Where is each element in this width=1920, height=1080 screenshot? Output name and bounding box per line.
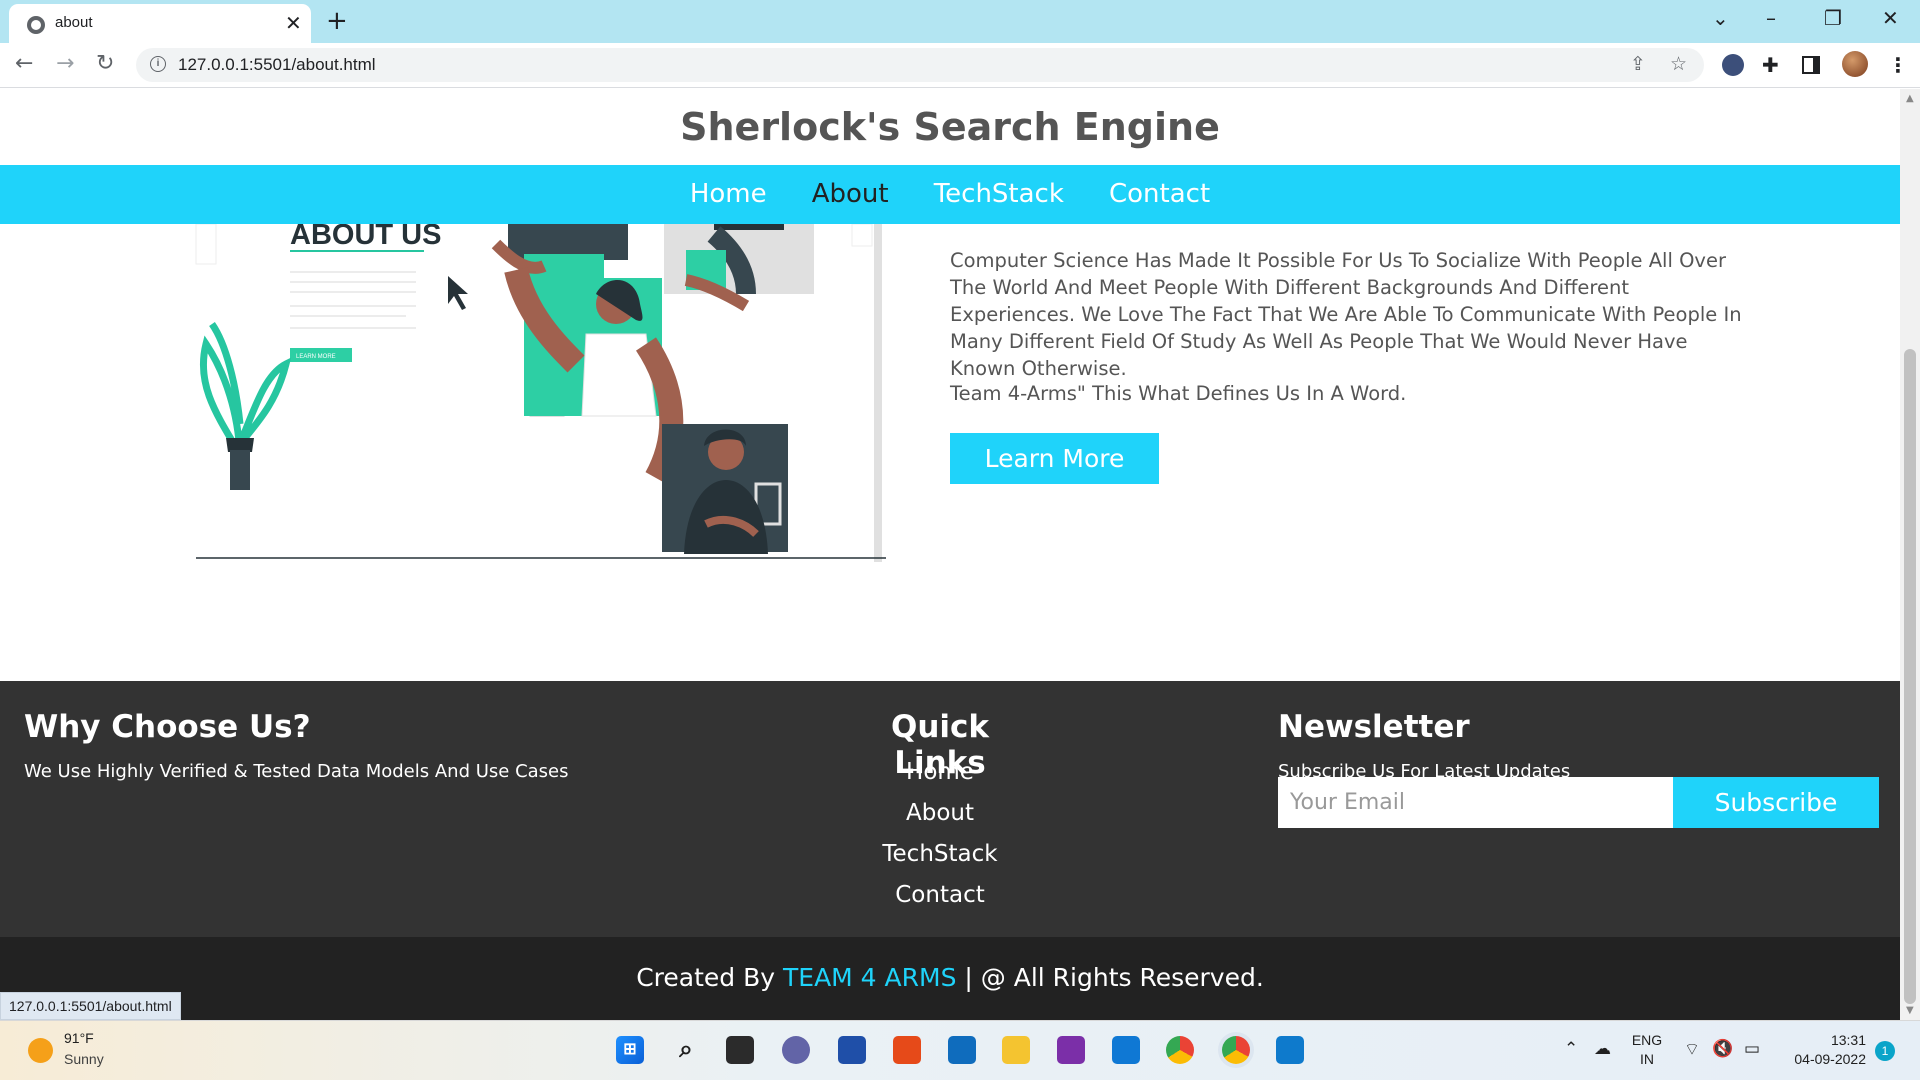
teams-chat-icon[interactable] [782, 1036, 810, 1064]
forward-icon[interactable]: → [56, 51, 74, 76]
extension-icon[interactable] [1722, 54, 1744, 76]
vscode-icon[interactable] [1276, 1036, 1304, 1064]
footer-link-about[interactable]: About [840, 800, 1040, 826]
scroll-down-icon[interactable]: ▼ [1906, 1005, 1914, 1016]
status-url-tooltip: 127.0.0.1:5501/about.html [0, 992, 181, 1020]
battery-icon[interactable]: ▭ [1744, 1039, 1760, 1059]
credits-suffix: | @ All Rights Reserved. [964, 963, 1264, 992]
minimize-icon[interactable]: – [1766, 6, 1776, 30]
share-icon[interactable]: ⇪ [1630, 53, 1646, 75]
avatar[interactable] [1842, 51, 1868, 77]
sun-icon[interactable] [28, 1038, 53, 1063]
copyright-bar: Created By TEAM 4 ARMS | @ All Rights Re… [0, 937, 1900, 1020]
tab-search-icon[interactable]: ⌄ [1712, 6, 1729, 30]
start-icon[interactable]: ⊞ [616, 1036, 644, 1064]
back-icon[interactable]: ← [15, 51, 33, 76]
globe-icon [27, 16, 45, 34]
nav-contact[interactable]: Contact [1109, 165, 1210, 224]
weather-temperature[interactable]: 91°F [64, 1030, 94, 1046]
footer-link-contact[interactable]: Contact [840, 882, 1040, 908]
menu-icon[interactable]: ⋮ [1888, 53, 1908, 77]
learn-more-button[interactable]: Learn More [950, 433, 1159, 484]
chrome-icon[interactable] [1166, 1036, 1194, 1064]
language-line1[interactable]: ENG [1630, 1032, 1664, 1048]
site-footer: Why Choose Us? We Use Highly Verified & … [0, 681, 1900, 937]
email-field[interactable] [1278, 777, 1673, 828]
wifi-icon[interactable]: ⌔ [1684, 1039, 1700, 1060]
scroll-up-icon[interactable]: ▲ [1906, 93, 1914, 104]
info-icon[interactable]: i [150, 56, 166, 72]
language-line2[interactable]: IN [1630, 1051, 1664, 1067]
onedrive-icon[interactable]: ☁ [1594, 1039, 1611, 1059]
footer-link-home[interactable]: Home [840, 759, 1040, 785]
star-icon[interactable]: ☆ [1670, 53, 1687, 75]
nav-about[interactable]: About [812, 165, 889, 224]
address-bar[interactable]: i 127.0.0.1:5501/about.html ⇪ ☆ [136, 48, 1704, 82]
sidepanel-icon[interactable] [1802, 56, 1820, 74]
newsletter-heading: Newsletter [1278, 709, 1470, 745]
browser-toolbar: ← → ↻ i 127.0.0.1:5501/about.html ⇪ ☆ ✚ … [0, 43, 1920, 88]
site-navbar: Home About TechStack Contact [0, 165, 1900, 224]
volume-muted-icon[interactable]: 🔇 [1712, 1039, 1733, 1059]
why-choose-heading: Why Choose Us? [24, 709, 311, 745]
tab-title: about [55, 14, 93, 31]
scroll-thumb[interactable] [1904, 349, 1916, 1004]
task-view-icon[interactable] [726, 1036, 754, 1064]
puzzle-icon[interactable]: ✚ [1762, 53, 1779, 77]
subscribe-button[interactable]: Subscribe [1673, 777, 1879, 828]
site-title: Sherlock's Search Engine [680, 105, 1220, 149]
about-illustration-svg: ABOUT US LEARN MORE [195, 224, 886, 562]
chrome-profile-icon[interactable] [1222, 1036, 1250, 1064]
store-icon[interactable] [838, 1036, 866, 1064]
restore-icon[interactable]: ❐ [1824, 6, 1842, 30]
close-tab-icon[interactable]: ✕ [285, 11, 302, 35]
search-icon[interactable]: ⌕ [672, 1036, 700, 1064]
credits-team-link[interactable]: TEAM 4 ARMS [783, 963, 956, 992]
credits-text: Created By TEAM 4 ARMS | @ All Rights Re… [0, 963, 1900, 992]
nav-home[interactable]: Home [690, 165, 767, 224]
browser-tab-about[interactable]: about ✕ [9, 4, 311, 43]
outlook-icon[interactable] [948, 1036, 976, 1064]
illustration-button-label: LEARN MORE [296, 354, 336, 360]
page-viewport: Sherlock's Search Engine Home About Tech… [0, 89, 1900, 1020]
close-window-icon[interactable]: ✕ [1882, 6, 1899, 30]
windows-taskbar: 91°F Sunny ⊞ ⌕ ⌃ ☁ ENG IN ⌔ 🔇 ▭ 13:31 04… [0, 1020, 1920, 1080]
footer-link-techstack[interactable]: TechStack [840, 841, 1040, 867]
about-tagline: Team 4-Arms" This What Defines Us In A W… [950, 382, 1407, 405]
credits-prefix: Created By [636, 963, 776, 992]
illustration-heading: ABOUT US [290, 224, 441, 251]
about-illustration: ABOUT US LEARN MORE [186, 224, 892, 562]
new-tab-button[interactable]: + [326, 6, 348, 36]
chevron-up-icon[interactable]: ⌃ [1564, 1039, 1578, 1059]
onenote-icon[interactable] [1057, 1036, 1085, 1064]
why-choose-text: We Use Highly Verified & Tested Data Mod… [24, 761, 569, 782]
nav-techstack[interactable]: TechStack [934, 165, 1064, 224]
reload-icon[interactable]: ↻ [96, 51, 114, 76]
weather-description[interactable]: Sunny [64, 1051, 104, 1067]
mail-icon[interactable] [1112, 1036, 1140, 1064]
clock-date[interactable]: 04-09-2022 [1778, 1051, 1866, 1067]
file-explorer-icon[interactable] [1002, 1036, 1030, 1064]
office-icon[interactable] [893, 1036, 921, 1064]
page-scrollbar[interactable]: ▲ ▼ [1900, 89, 1920, 1020]
address-url[interactable]: 127.0.0.1:5501/about.html [178, 55, 376, 75]
browser-tab-bar: about ✕ + ⌄ – ❐ ✕ [0, 0, 1920, 43]
about-paragraph: Computer Science Has Made It Possible Fo… [950, 249, 1742, 380]
clock-time[interactable]: 13:31 [1778, 1032, 1866, 1048]
notification-badge[interactable]: 1 [1875, 1041, 1895, 1061]
